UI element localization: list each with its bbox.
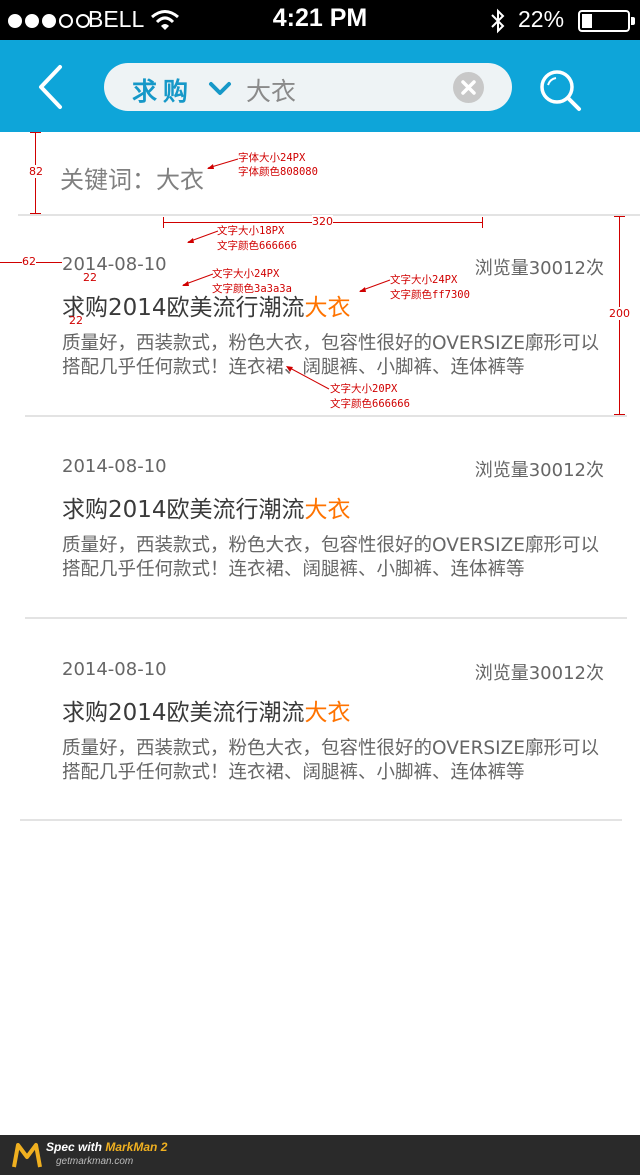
annotation: 字体颜色808080 [238,166,318,178]
status-bar: BELL 4:21 PM 22% [0,0,640,40]
footer-spec-text: Spec with MarkMan 2 [46,1140,168,1154]
item-views: 浏览量30012次 [474,663,604,684]
item-description: 质量好，西装款式，粉色大衣，包容性很好的OVERSIZE廓形可以搭配几乎任何款式… [62,333,599,378]
dimension-tick [30,132,41,133]
item-date: 2014-08-10 [62,456,167,477]
annotation-arrow-icon [182,273,214,286]
title-highlight: 大衣 [304,295,351,321]
dimension-label: 22 [69,314,83,327]
item-description: 质量好，西装款式，粉色大衣，包容性很好的OVERSIZE廓形可以搭配几乎任何款式… [62,738,599,783]
item-title: 求购2014欧美流行潮流大衣 [62,295,351,321]
annotation: 文字大小24PX [212,268,280,280]
dimension-label: 22 [83,271,97,284]
dimension-label: 320 [312,215,333,228]
item-title: 求购2014欧美流行潮流大衣 [62,497,351,523]
dimension-tick [614,414,625,415]
divider [25,617,627,619]
item-title: 求购2014欧美流行潮流大衣 [62,700,351,726]
bluetooth-icon [491,8,505,34]
annotation: 文字大小20PX [330,383,398,395]
annotation-arrow-icon [286,366,330,390]
markman-logo-icon [12,1143,42,1168]
markman-footer: Spec with MarkMan 2 getmarkman.com [0,1135,640,1175]
annotation: 字体大小24PX [238,152,306,164]
dimension-tick [163,217,164,228]
title-highlight: 大衣 [304,497,351,523]
search-box[interactable]: 求购 大衣 [104,63,512,111]
annotation: 文字大小18PX [217,225,285,237]
search-type-selector[interactable]: 求购 [132,72,194,108]
list-item[interactable]: 2014-08-10 浏览量30012次 求购2014欧美流行潮流大衣 质量好，… [0,418,640,618]
annotation: 文字颜色ff7300 [390,289,470,301]
dimension-tick [30,213,41,214]
list-item[interactable]: 2014-08-10 浏览量30012次 求购2014欧美流行潮流大衣 质量好，… [0,621,640,821]
search-icon[interactable] [538,68,582,112]
keyword-label: 关键词：大衣 [60,166,204,194]
divider [25,415,627,417]
dimension-tick [482,217,483,228]
item-date: 2014-08-10 [62,254,167,275]
search-input[interactable]: 大衣 [246,72,296,108]
annotation-arrow-icon [207,158,239,169]
item-views: 浏览量30012次 [474,258,604,279]
clear-icon[interactable] [453,72,484,103]
footer-url: getmarkman.com [56,1156,134,1167]
annotation: 文字颜色3a3a3a [212,283,292,295]
dimension-tick [614,216,625,217]
back-arrow-icon[interactable] [36,64,66,110]
annotation: 文字大小24PX [390,274,458,286]
item-date: 2014-08-10 [62,659,167,680]
item-description: 质量好，西装款式，粉色大衣，包容性很好的OVERSIZE廓形可以搭配几乎任何款式… [62,535,599,580]
divider [20,819,622,821]
dimension-label: 62 [22,255,36,268]
battery-icon [578,10,635,32]
dimension-label: 82 [29,165,43,178]
annotation-arrow-icon [359,279,391,292]
navigation-bar: 求购 大衣 [0,40,640,132]
dimension-label: 200 [609,307,630,320]
battery-percentage: 22% [518,6,565,32]
annotation-arrow-icon [187,230,219,243]
title-highlight: 大衣 [304,700,351,726]
annotation: 文字颜色666666 [217,240,297,252]
annotation: 文字颜色666666 [330,398,410,410]
item-views: 浏览量30012次 [474,460,604,481]
chevron-down-icon[interactable] [208,81,232,97]
